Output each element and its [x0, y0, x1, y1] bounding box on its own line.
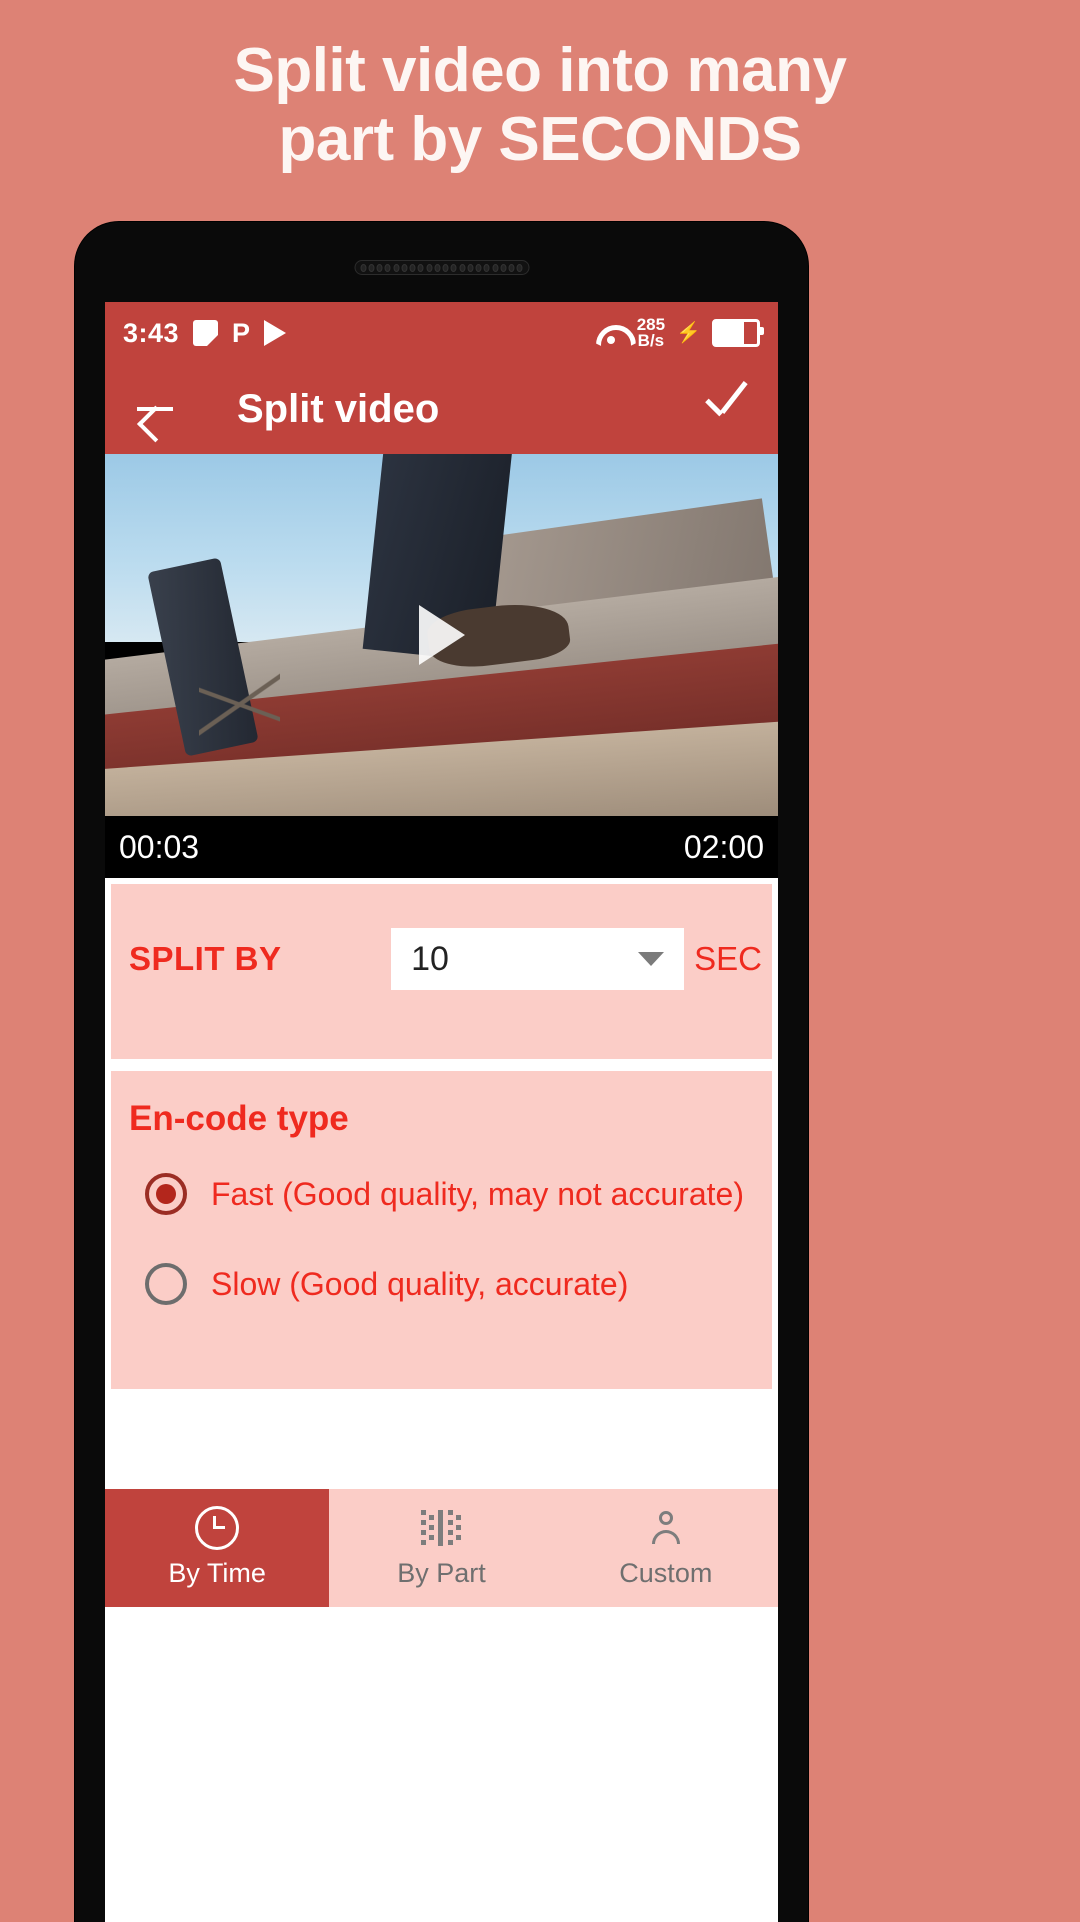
check-icon[interactable] [698, 383, 750, 435]
nav-item-custom[interactable]: Custom [553, 1489, 778, 1607]
radio-unselected-icon[interactable] [145, 1263, 187, 1305]
person-icon [648, 1508, 684, 1548]
status-bar-right: 285 B/s ⚡ [596, 316, 764, 350]
earpiece-speaker [354, 260, 529, 275]
status-bar-left: 3:43 P [123, 317, 287, 349]
bottom-navigation: By Time By Part Custom [105, 1489, 778, 1607]
status-bar: 3:43 P 285 B/s ⚡ [105, 302, 778, 364]
encode-option-fast-label: Fast (Good quality, may not accurate) [211, 1175, 744, 1212]
panel-divider [111, 1059, 772, 1071]
settings-sheet: SPLIT BY 10 SEC En-code type Fast (Good … [105, 878, 778, 1489]
play-icon[interactable] [418, 605, 465, 665]
split-by-label: SPLIT BY [129, 940, 282, 977]
radio-selected-icon[interactable] [145, 1173, 187, 1215]
page-title: Split video [237, 386, 440, 431]
status-time: 3:43 [123, 317, 180, 348]
split-by-panel: SPLIT BY 10 SEC [111, 884, 772, 1059]
split-by-spinner[interactable]: 10 [391, 928, 685, 990]
video-current-time: 00:03 [119, 828, 200, 865]
phone-screen: 3:43 P 285 B/s ⚡ Split video 00:03 02:00… [105, 302, 778, 1922]
video-time-row: 00:03 02:00 [105, 816, 778, 878]
nav-item-by-part[interactable]: By Part [329, 1489, 554, 1607]
screenshot-icon [193, 320, 219, 346]
nav-item-by-time-label: By Time [168, 1557, 266, 1588]
promo-headline-line1: Split video into many [233, 36, 847, 105]
encode-option-slow[interactable]: Slow (Good quality, accurate) [145, 1263, 754, 1305]
video-preview[interactable] [105, 454, 778, 816]
parts-icon [421, 1508, 462, 1548]
phone-device: 3:43 P 285 B/s ⚡ Split video 00:03 02:00… [75, 222, 808, 1922]
split-by-value: 10 [411, 939, 449, 978]
clock-icon [195, 1505, 240, 1550]
encode-type-title: En-code type [129, 1099, 349, 1138]
net-speed-unit: B/s [637, 331, 665, 350]
encode-type-panel: En-code type Fast (Good quality, may not… [111, 1071, 772, 1389]
nav-item-by-time[interactable]: By Time [105, 1489, 330, 1607]
encode-option-fast[interactable]: Fast (Good quality, may not accurate) [145, 1173, 754, 1215]
play-store-icon [264, 320, 287, 346]
promo-headline-line2: part by SECONDS [278, 105, 802, 175]
bolt-icon: ⚡ [676, 322, 701, 344]
nav-item-by-part-label: By Part [397, 1557, 486, 1588]
net-speed: 285 B/s [637, 316, 665, 350]
promo-headline: Split video into many part by SECONDS [0, 36, 1080, 175]
back-arrow-icon[interactable] [133, 386, 179, 432]
app-toolbar: Split video [105, 364, 778, 454]
encode-option-slow-label: Slow (Good quality, accurate) [211, 1265, 629, 1302]
split-by-unit: SEC [694, 940, 762, 977]
battery-icon [712, 319, 764, 347]
p-icon: P [232, 317, 251, 348]
empty-space [111, 1389, 772, 1489]
nav-item-custom-label: Custom [619, 1557, 713, 1588]
chevron-down-icon[interactable] [638, 952, 665, 966]
wifi-icon [596, 322, 626, 344]
video-total-time: 02:00 [683, 828, 764, 865]
